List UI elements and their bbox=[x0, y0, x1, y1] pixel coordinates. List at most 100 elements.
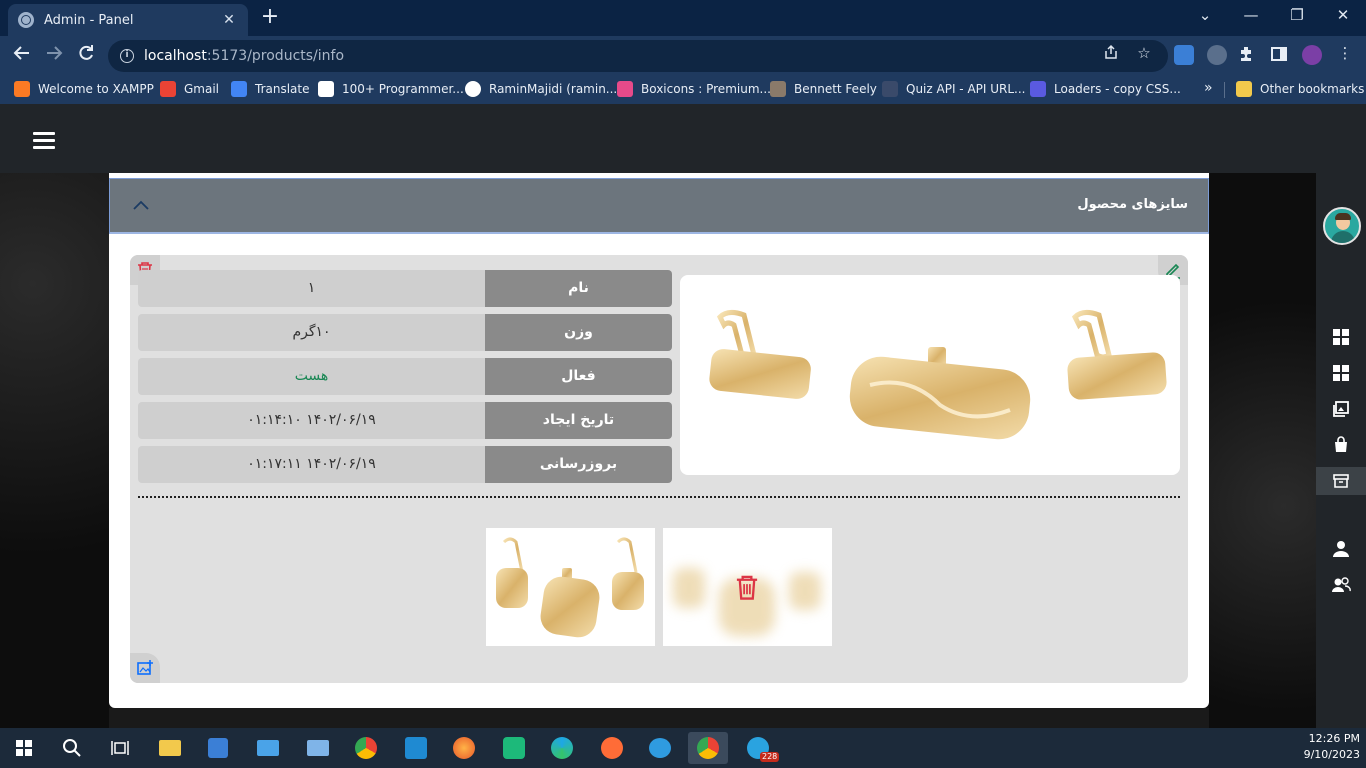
vscode-icon bbox=[405, 737, 427, 759]
chrome-active-button[interactable] bbox=[688, 732, 728, 764]
folder-icon bbox=[159, 740, 181, 756]
bookmarks-divider bbox=[1224, 82, 1225, 98]
file-explorer-button[interactable] bbox=[150, 732, 190, 764]
sidebar-item-users[interactable] bbox=[1316, 571, 1366, 599]
close-window-button[interactable]: ✕ bbox=[1320, 6, 1366, 24]
product-thumbnail-hover[interactable] bbox=[663, 528, 832, 646]
background-pattern bbox=[1209, 173, 1316, 728]
side-panel-icon[interactable] bbox=[1270, 45, 1290, 65]
profile-avatar[interactable] bbox=[1302, 45, 1322, 65]
mail-button[interactable] bbox=[248, 732, 288, 764]
gmail-icon bbox=[160, 81, 176, 97]
arrow-left-icon bbox=[13, 46, 29, 60]
quiz-api-icon bbox=[882, 81, 898, 97]
vscode-button[interactable] bbox=[396, 732, 436, 764]
table-row: ۱۴۰۲/۰۶/۱۹ ۰۱:۱۴:۱۰ تاریخ ایجاد bbox=[138, 402, 672, 439]
bookmark-item[interactable]: Bennett Feely bbox=[770, 81, 877, 97]
tab-title: Admin - Panel bbox=[44, 12, 134, 28]
app-header bbox=[0, 104, 1366, 173]
admin-sidebar bbox=[1316, 173, 1366, 728]
start-button[interactable] bbox=[4, 732, 44, 764]
loaders-icon bbox=[1030, 81, 1046, 97]
updated-at-value: ۱۴۰۲/۰۶/۱۹ ۰۱:۱۷:۱۱ bbox=[138, 446, 485, 483]
share-icon[interactable] bbox=[1100, 44, 1122, 64]
firefox-icon bbox=[453, 737, 475, 759]
browser-menu-icon[interactable]: ⋮ bbox=[1334, 44, 1356, 62]
minimize-button[interactable]: — bbox=[1228, 6, 1274, 24]
system-clock[interactable]: 12:26 PM 9/10/2023 bbox=[1304, 731, 1360, 763]
name-label: نام bbox=[485, 270, 672, 307]
product-thumbnail[interactable] bbox=[486, 528, 655, 646]
back-button[interactable] bbox=[10, 44, 34, 68]
avatar[interactable] bbox=[1323, 207, 1361, 245]
bookmark-item[interactable]: Boxicons : Premium... bbox=[617, 81, 771, 97]
background-pattern bbox=[109, 708, 1209, 728]
globe-icon bbox=[18, 12, 34, 28]
this-pc-button[interactable] bbox=[298, 732, 338, 764]
sidebar-item-dashboard[interactable] bbox=[1316, 323, 1366, 351]
bookmark-item[interactable]: Welcome to XAMPP bbox=[14, 81, 154, 97]
maximize-button[interactable]: ❐ bbox=[1274, 6, 1320, 24]
forward-button[interactable] bbox=[42, 44, 66, 68]
info-icon[interactable]: i bbox=[120, 49, 134, 63]
add-image-button[interactable] bbox=[130, 653, 160, 683]
task-view-button[interactable] bbox=[100, 732, 140, 764]
new-tab-button[interactable]: + bbox=[258, 6, 282, 28]
bookmarks-overflow-button[interactable]: » bbox=[1204, 80, 1213, 96]
other-bookmarks[interactable]: Other bookmarks bbox=[1236, 81, 1364, 97]
product-main-image bbox=[680, 275, 1180, 475]
product-info-panel: سایزهای محصول ۱ نام ۱۰گرم وزن هست فعال ۱… bbox=[109, 173, 1209, 708]
sidebar-item-archive[interactable] bbox=[1316, 467, 1366, 495]
table-row: ۱۴۰۲/۰۶/۱۹ ۰۱:۱۷:۱۱ بروزرسانی bbox=[138, 446, 672, 483]
arrow-right-icon bbox=[47, 46, 63, 60]
telegram-button[interactable]: 228 bbox=[738, 732, 780, 764]
edge-button[interactable] bbox=[542, 732, 582, 764]
tab-search-button[interactable]: ⌄ bbox=[1182, 6, 1228, 24]
translate-extension-icon[interactable] bbox=[1174, 45, 1194, 65]
search-button[interactable] bbox=[52, 732, 92, 764]
user-icon bbox=[1333, 541, 1349, 557]
shopping-bag-icon bbox=[1335, 436, 1347, 452]
bookmark-star-icon[interactable]: ☆ bbox=[1133, 44, 1155, 62]
bookmark-item[interactable]: Translate bbox=[231, 81, 310, 97]
chrome-button[interactable] bbox=[346, 732, 386, 764]
app-button[interactable] bbox=[494, 732, 534, 764]
active-status-value: هست bbox=[138, 358, 485, 395]
table-row: هست فعال bbox=[138, 358, 672, 395]
sidebar-item-gallery[interactable] bbox=[1316, 395, 1366, 423]
bookmark-item[interactable]: Loaders - copy CSS... bbox=[1030, 81, 1181, 97]
sidebar-item-categories[interactable] bbox=[1316, 359, 1366, 387]
accordion-header[interactable]: سایزهای محصول bbox=[109, 178, 1209, 234]
created-at-value: ۱۴۰۲/۰۶/۱۹ ۰۱:۱۴:۱۰ bbox=[138, 402, 485, 439]
translate-icon bbox=[231, 81, 247, 97]
postman-button[interactable] bbox=[592, 732, 632, 764]
extensions-icon[interactable] bbox=[1238, 45, 1258, 65]
users-icon bbox=[1332, 577, 1351, 592]
updated-at-label: بروزرسانی bbox=[485, 446, 672, 483]
browser-tab[interactable]: Admin - Panel ✕ bbox=[8, 4, 248, 36]
firefox-button[interactable] bbox=[444, 732, 484, 764]
cloud-icon bbox=[649, 738, 671, 758]
bookmark-item[interactable]: Gmail bbox=[160, 81, 219, 97]
sidebar-item-products[interactable] bbox=[1316, 431, 1366, 459]
bookmarks-bar: Welcome to XAMPP Gmail Translate 100+ Pr… bbox=[0, 76, 1366, 104]
app-button[interactable] bbox=[640, 732, 680, 764]
menu-toggle-button[interactable] bbox=[33, 132, 55, 150]
notification-badge: 228 bbox=[760, 752, 780, 762]
bookmark-item[interactable]: RaminMajidi (ramin... bbox=[465, 81, 617, 97]
reload-button[interactable] bbox=[74, 44, 98, 68]
delete-image-button[interactable] bbox=[735, 574, 759, 604]
computer-icon bbox=[307, 740, 329, 756]
address-bar[interactable]: i localhost:5173/products/info bbox=[108, 40, 1168, 72]
shield-extension-icon[interactable] bbox=[1207, 45, 1227, 65]
tab-close-button[interactable]: ✕ bbox=[220, 12, 238, 28]
jewelry-image bbox=[709, 309, 1167, 440]
section-title: سایزهای محصول bbox=[1077, 197, 1188, 212]
bookmark-item[interactable]: Quiz API - API URL... bbox=[882, 81, 1026, 97]
bookmark-item[interactable]: 100+ Programmer... bbox=[318, 81, 464, 97]
windows-taskbar: 228 12:26 PM 9/10/2023 bbox=[0, 728, 1366, 768]
sidebar-item-user[interactable] bbox=[1316, 535, 1366, 563]
reload-icon bbox=[79, 45, 93, 60]
store-button[interactable] bbox=[198, 732, 238, 764]
chevron-up-icon[interactable] bbox=[132, 197, 150, 215]
